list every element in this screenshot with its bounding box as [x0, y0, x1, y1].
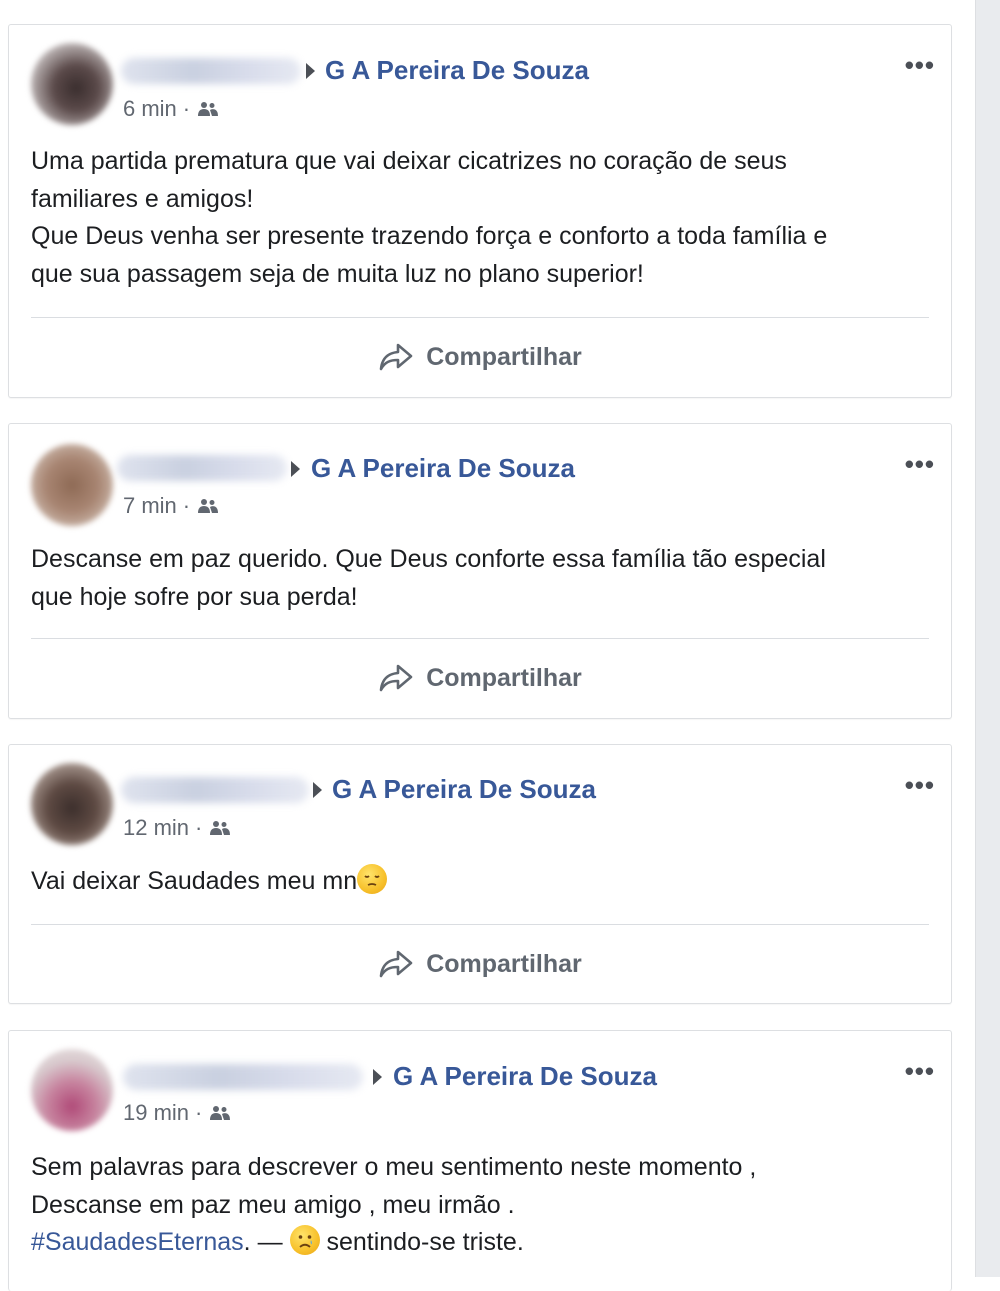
text-line: Que Deus venha ser presente trazendo for… [31, 222, 828, 250]
share-button[interactable]: Compartilhar [9, 944, 951, 984]
text-line: Descanse em paz querido. Que Deus confor… [31, 545, 826, 573]
more-options-icon[interactable]: ••• [905, 1058, 935, 1084]
author-avatar[interactable] [31, 1049, 113, 1131]
scroll-gutter [975, 0, 1000, 1277]
text-line: Vai deixar Saudades meu mn [31, 867, 358, 895]
meta-separator: · [182, 493, 191, 518]
hashtag-link[interactable]: #SaudadesEternas [31, 1228, 244, 1256]
author-avatar[interactable] [31, 763, 113, 845]
share-arrow-icon [379, 664, 413, 692]
post-card: G A Pereira De Souza 6 min · ••• Uma par… [8, 24, 952, 398]
post-meta: 12 min · [123, 815, 232, 841]
author-avatar[interactable] [31, 444, 113, 526]
text-line: Uma partida prematura que vai deixar cic… [31, 147, 787, 175]
post-time[interactable]: 6 min [123, 96, 177, 122]
share-arrow-icon [379, 343, 413, 371]
feeling-line: #SaudadesEternas. — sentindo-se triste. [31, 1224, 931, 1262]
group-name-link[interactable]: G A Pereira De Souza [332, 774, 596, 804]
people-icon [198, 102, 219, 116]
caret-right-icon [373, 1069, 382, 1085]
more-options-icon[interactable]: ••• [905, 772, 935, 798]
caret-right-icon [313, 782, 322, 798]
share-arrow-icon [379, 950, 413, 978]
author-name-blurred[interactable] [123, 1064, 363, 1090]
more-options-icon[interactable]: ••• [905, 52, 935, 78]
post-time[interactable]: 12 min [123, 815, 189, 841]
post-text: Uma partida prematura que vai deixar cic… [31, 143, 931, 293]
more-options-icon[interactable]: ••• [905, 451, 935, 477]
post-time[interactable]: 19 min [123, 1100, 189, 1126]
text-line: familiares e amigos! [31, 184, 254, 213]
post-card: G A Pereira De Souza 19 min · ••• Sem pa… [8, 1030, 952, 1291]
caret-right-icon [306, 63, 315, 79]
divider [31, 317, 929, 318]
feeling-prefix: . — [243, 1228, 290, 1256]
people-icon [210, 821, 231, 835]
post-time[interactable]: 7 min [123, 493, 177, 519]
people-icon [210, 1106, 231, 1120]
divider [31, 638, 929, 639]
post-meta: 19 min · [123, 1100, 232, 1126]
post-text: Descanse em paz querido. Que Deus confor… [31, 541, 931, 616]
news-feed: G A Pereira De Souza 6 min · ••• Uma par… [0, 0, 975, 1291]
meta-separator: · [195, 815, 203, 840]
post-card: G A Pereira De Souza 12 min · ••• Vai de… [8, 744, 952, 1004]
caret-right-icon [291, 461, 300, 477]
author-avatar[interactable] [31, 43, 113, 125]
share-label: Compartilhar [426, 342, 582, 371]
author-name-blurred[interactable] [121, 58, 301, 84]
post-text: Vai deixar Saudades meu mn [31, 863, 931, 901]
share-button[interactable]: Compartilhar [9, 337, 951, 377]
post-meta: 6 min · [123, 96, 220, 122]
sad-face-icon [289, 1225, 320, 1255]
feeling-text: sentindo-se triste. [326, 1228, 524, 1256]
author-name-blurred[interactable] [117, 455, 287, 481]
people-icon [198, 499, 219, 513]
post-text: Sem palavras para descrever o meu sentim… [31, 1149, 931, 1262]
pensive-face-icon [357, 864, 388, 894]
text-line: que sua passagem seja de muita luz no pl… [31, 259, 644, 288]
group-name-link[interactable]: G A Pereira De Souza [311, 453, 575, 483]
author-name-blurred[interactable] [121, 777, 309, 803]
text-line: Descanse em paz meu amigo , meu irmão . [31, 1190, 515, 1219]
meta-separator: · [195, 1100, 203, 1125]
text-line: Sem palavras para descrever o meu sentim… [31, 1153, 757, 1181]
meta-separator: · [182, 96, 191, 121]
text-line: que hoje sofre por sua perda! [31, 582, 358, 611]
share-label: Compartilhar [426, 949, 582, 978]
divider [31, 924, 929, 925]
share-button[interactable]: Compartilhar [9, 658, 951, 698]
group-name-link[interactable]: G A Pereira De Souza [325, 55, 589, 85]
post-card: G A Pereira De Souza 7 min · ••• Descans… [8, 423, 952, 719]
share-label: Compartilhar [426, 663, 582, 692]
post-meta: 7 min · [123, 493, 220, 519]
group-name-link[interactable]: G A Pereira De Souza [393, 1061, 657, 1091]
